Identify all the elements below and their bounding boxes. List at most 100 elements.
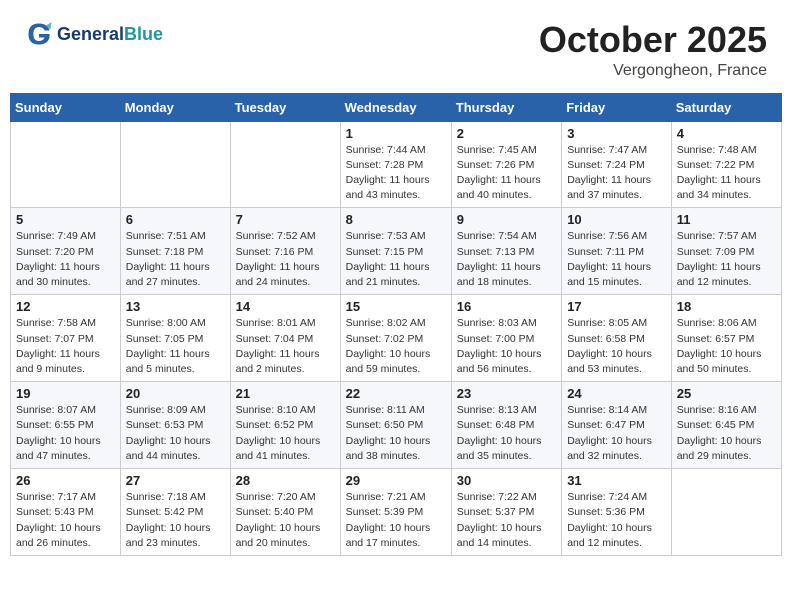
day-info: Sunrise: 7:24 AM Sunset: 5:36 PM Dayligh…: [567, 490, 666, 551]
day-number: 30: [457, 473, 556, 488]
day-number: 20: [126, 386, 225, 401]
day-number: 21: [236, 386, 335, 401]
day-info: Sunrise: 8:02 AM Sunset: 7:02 PM Dayligh…: [346, 316, 446, 377]
day-info: Sunrise: 7:20 AM Sunset: 5:40 PM Dayligh…: [236, 490, 335, 551]
day-number: 28: [236, 473, 335, 488]
day-number: 14: [236, 299, 335, 314]
weekday-header: Wednesday: [340, 93, 451, 121]
day-info: Sunrise: 8:06 AM Sunset: 6:57 PM Dayligh…: [677, 316, 776, 377]
month-title: October 2025: [539, 20, 767, 60]
day-info: Sunrise: 7:57 AM Sunset: 7:09 PM Dayligh…: [677, 229, 776, 290]
logo-icon: [25, 20, 53, 48]
day-number: 12: [16, 299, 115, 314]
calendar-cell: [230, 121, 340, 208]
day-number: 1: [346, 126, 446, 141]
day-number: 15: [346, 299, 446, 314]
day-info: Sunrise: 8:01 AM Sunset: 7:04 PM Dayligh…: [236, 316, 335, 377]
day-number: 26: [16, 473, 115, 488]
day-info: Sunrise: 7:18 AM Sunset: 5:42 PM Dayligh…: [126, 490, 225, 551]
weekday-header: Tuesday: [230, 93, 340, 121]
day-number: 8: [346, 212, 446, 227]
calendar-cell: 8 Sunrise: 7:53 AM Sunset: 7:15 PM Daylig…: [340, 208, 451, 295]
weekday-header: Friday: [562, 93, 672, 121]
calendar-cell: 24 Sunrise: 8:14 AM Sunset: 6:47 PM Dayli…: [562, 382, 672, 469]
day-number: 4: [677, 126, 776, 141]
day-number: 31: [567, 473, 666, 488]
day-info: Sunrise: 7:48 AM Sunset: 7:22 PM Dayligh…: [677, 143, 776, 204]
weekday-header-row: SundayMondayTuesdayWednesdayThursdayFrid…: [11, 93, 782, 121]
day-number: 2: [457, 126, 556, 141]
logo-text: GeneralBlue: [57, 24, 163, 45]
day-number: 11: [677, 212, 776, 227]
day-info: Sunrise: 8:13 AM Sunset: 6:48 PM Dayligh…: [457, 403, 556, 464]
day-info: Sunrise: 8:14 AM Sunset: 6:47 PM Dayligh…: [567, 403, 666, 464]
calendar-cell: 4 Sunrise: 7:48 AM Sunset: 7:22 PM Daylig…: [671, 121, 781, 208]
day-number: 13: [126, 299, 225, 314]
day-info: Sunrise: 7:52 AM Sunset: 7:16 PM Dayligh…: [236, 229, 335, 290]
day-number: 22: [346, 386, 446, 401]
day-info: Sunrise: 8:11 AM Sunset: 6:50 PM Dayligh…: [346, 403, 446, 464]
calendar-cell: 3 Sunrise: 7:47 AM Sunset: 7:24 PM Daylig…: [562, 121, 672, 208]
day-info: Sunrise: 8:16 AM Sunset: 6:45 PM Dayligh…: [677, 403, 776, 464]
calendar-week-row: 19 Sunrise: 8:07 AM Sunset: 6:55 PM Dayli…: [11, 382, 782, 469]
calendar-cell: 27 Sunrise: 7:18 AM Sunset: 5:42 PM Dayli…: [120, 469, 230, 556]
weekday-header: Monday: [120, 93, 230, 121]
weekday-header: Thursday: [451, 93, 561, 121]
day-number: 18: [677, 299, 776, 314]
calendar-cell: 14 Sunrise: 8:01 AM Sunset: 7:04 PM Dayli…: [230, 295, 340, 382]
day-info: Sunrise: 7:54 AM Sunset: 7:13 PM Dayligh…: [457, 229, 556, 290]
day-info: Sunrise: 8:10 AM Sunset: 6:52 PM Dayligh…: [236, 403, 335, 464]
day-number: 16: [457, 299, 556, 314]
weekday-header: Saturday: [671, 93, 781, 121]
calendar-week-row: 1 Sunrise: 7:44 AM Sunset: 7:28 PM Daylig…: [11, 121, 782, 208]
day-info: Sunrise: 7:58 AM Sunset: 7:07 PM Dayligh…: [16, 316, 115, 377]
calendar-cell: 28 Sunrise: 7:20 AM Sunset: 5:40 PM Dayli…: [230, 469, 340, 556]
day-number: 24: [567, 386, 666, 401]
day-info: Sunrise: 8:07 AM Sunset: 6:55 PM Dayligh…: [16, 403, 115, 464]
calendar-cell: [11, 121, 121, 208]
calendar-cell: [671, 469, 781, 556]
calendar-cell: 31 Sunrise: 7:24 AM Sunset: 5:36 PM Dayli…: [562, 469, 672, 556]
calendar-week-row: 26 Sunrise: 7:17 AM Sunset: 5:43 PM Dayli…: [11, 469, 782, 556]
calendar-cell: 6Sunrise: 7:51 AM Sunset: 7:18 PM Daylig…: [120, 208, 230, 295]
day-info: Sunrise: 7:56 AM Sunset: 7:11 PM Dayligh…: [567, 229, 666, 290]
day-info: Sunrise: 7:44 AM Sunset: 7:28 PM Dayligh…: [346, 143, 446, 204]
day-info: Sunrise: 7:49 AM Sunset: 7:20 PM Dayligh…: [16, 229, 115, 290]
calendar-cell: 15 Sunrise: 8:02 AM Sunset: 7:02 PM Dayli…: [340, 295, 451, 382]
day-info: Sunrise: 7:47 AM Sunset: 7:24 PM Dayligh…: [567, 143, 666, 204]
calendar-cell: 22 Sunrise: 8:11 AM Sunset: 6:50 PM Dayli…: [340, 382, 451, 469]
calendar-cell: 12 Sunrise: 7:58 AM Sunset: 7:07 PM Dayli…: [11, 295, 121, 382]
day-number: 27: [126, 473, 225, 488]
calendar-cell: 9Sunrise: 7:54 AM Sunset: 7:13 PM Daylig…: [451, 208, 561, 295]
calendar-cell: 20Sunrise: 8:09 AM Sunset: 6:53 PM Dayli…: [120, 382, 230, 469]
calendar-cell: 29 Sunrise: 7:21 AM Sunset: 5:39 PM Dayli…: [340, 469, 451, 556]
day-number: 10: [567, 212, 666, 227]
calendar-table: SundayMondayTuesdayWednesdayThursdayFrid…: [10, 93, 782, 556]
day-info: Sunrise: 8:05 AM Sunset: 6:58 PM Dayligh…: [567, 316, 666, 377]
calendar-cell: 21 Sunrise: 8:10 AM Sunset: 6:52 PM Dayli…: [230, 382, 340, 469]
day-info: Sunrise: 7:45 AM Sunset: 7:26 PM Dayligh…: [457, 143, 556, 204]
day-info: Sunrise: 7:21 AM Sunset: 5:39 PM Dayligh…: [346, 490, 446, 551]
calendar-cell: 16Sunrise: 8:03 AM Sunset: 7:00 PM Dayli…: [451, 295, 561, 382]
location: Vergongheon, France: [539, 62, 767, 80]
calendar-cell: 18 Sunrise: 8:06 AM Sunset: 6:57 PM Dayli…: [671, 295, 781, 382]
day-number: 19: [16, 386, 115, 401]
day-info: Sunrise: 7:17 AM Sunset: 5:43 PM Dayligh…: [16, 490, 115, 551]
calendar-cell: 13 Sunrise: 8:00 AM Sunset: 7:05 PM Dayli…: [120, 295, 230, 382]
page-header: GeneralBlue October 2025 Vergongheon, Fr…: [10, 10, 782, 85]
calendar-week-row: 12 Sunrise: 7:58 AM Sunset: 7:07 PM Dayli…: [11, 295, 782, 382]
calendar-cell: 11 Sunrise: 7:57 AM Sunset: 7:09 PM Dayli…: [671, 208, 781, 295]
calendar-week-row: 5 Sunrise: 7:49 AM Sunset: 7:20 PM Daylig…: [11, 208, 782, 295]
day-number: 29: [346, 473, 446, 488]
day-info: Sunrise: 7:53 AM Sunset: 7:15 PM Dayligh…: [346, 229, 446, 290]
calendar-cell: 25Sunrise: 8:16 AM Sunset: 6:45 PM Dayli…: [671, 382, 781, 469]
day-number: 5: [16, 212, 115, 227]
day-number: 3: [567, 126, 666, 141]
day-info: Sunrise: 8:00 AM Sunset: 7:05 PM Dayligh…: [126, 316, 225, 377]
day-info: Sunrise: 7:22 AM Sunset: 5:37 PM Dayligh…: [457, 490, 556, 551]
weekday-header: Sunday: [11, 93, 121, 121]
calendar-cell: [120, 121, 230, 208]
calendar-cell: 7Sunrise: 7:52 AM Sunset: 7:16 PM Daylig…: [230, 208, 340, 295]
calendar-cell: 23Sunrise: 8:13 AM Sunset: 6:48 PM Dayli…: [451, 382, 561, 469]
calendar-cell: 5 Sunrise: 7:49 AM Sunset: 7:20 PM Daylig…: [11, 208, 121, 295]
